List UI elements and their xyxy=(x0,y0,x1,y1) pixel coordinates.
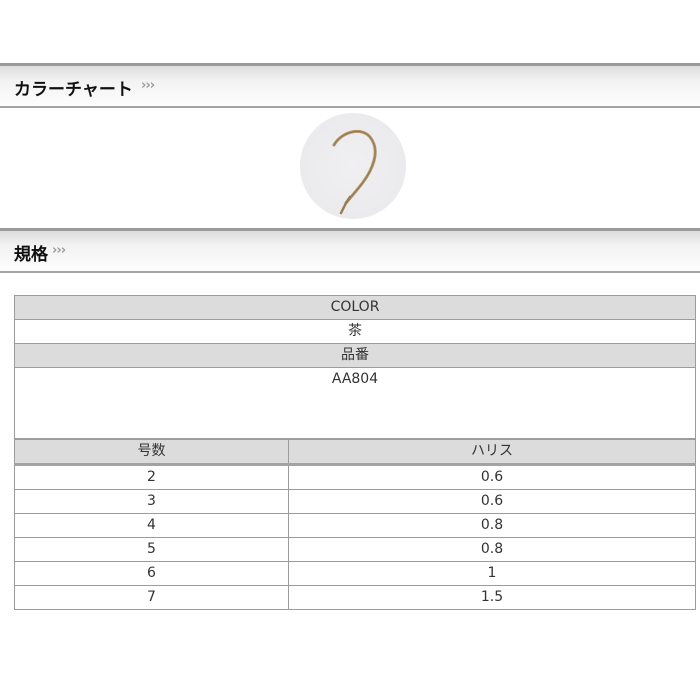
line-cell: 1 xyxy=(288,561,696,586)
line-cell: 0.6 xyxy=(288,489,696,514)
section-title: カラーチャート xyxy=(14,80,133,100)
size-cell: 5 xyxy=(14,537,289,562)
size-cell: 2 xyxy=(14,464,289,490)
size-table: 号数 ハリス 2 0.6 3 0.6 4 0.8 5 0.8 6 1 7 1.5 xyxy=(14,439,696,610)
table-row: 3 0.6 xyxy=(14,489,696,514)
color-label: COLOR xyxy=(14,295,696,320)
line-cell: 0.8 xyxy=(288,513,696,538)
chevrons-icon: ››› xyxy=(141,78,155,93)
table-row: 5 0.8 xyxy=(14,537,696,562)
part-number-value: AA804 xyxy=(14,367,696,439)
line-cell: 1.5 xyxy=(288,585,696,610)
color-chart-section-header: カラーチャート ››› xyxy=(0,63,700,108)
table-row: 6 1 xyxy=(14,561,696,586)
spec-table: COLOR 茶 品番 AA804 xyxy=(14,295,696,439)
size-cell: 6 xyxy=(14,561,289,586)
size-table-header: 号数 ハリス xyxy=(14,439,696,466)
size-cell: 3 xyxy=(14,489,289,514)
chevrons-icon: ››› xyxy=(52,243,66,258)
color-swatch[interactable] xyxy=(300,113,406,219)
column-header-line: ハリス xyxy=(288,439,696,466)
table-row: 2 0.6 xyxy=(14,464,696,490)
spec-section-header: 規格 ››› xyxy=(0,228,700,273)
line-cell: 0.6 xyxy=(288,464,696,490)
color-value: 茶 xyxy=(14,319,696,344)
size-cell: 7 xyxy=(14,585,289,610)
section-title: 規格 xyxy=(14,245,48,265)
table-row: 4 0.8 xyxy=(14,513,696,538)
color-chart xyxy=(0,108,700,228)
part-number-label: 品番 xyxy=(14,343,696,368)
table-row: 7 1.5 xyxy=(14,585,696,610)
column-header-size: 号数 xyxy=(14,439,289,466)
fishing-hook-icon xyxy=(332,129,377,215)
size-cell: 4 xyxy=(14,513,289,538)
line-cell: 0.8 xyxy=(288,537,696,562)
